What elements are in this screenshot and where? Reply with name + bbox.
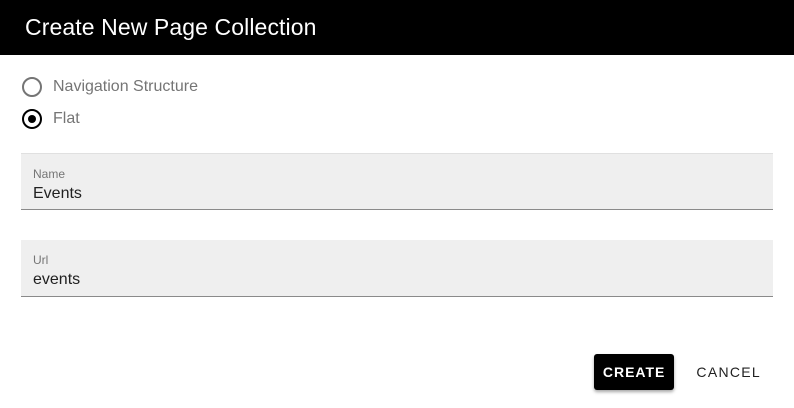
url-field[interactable]: Url: [21, 240, 773, 297]
name-input[interactable]: [33, 184, 761, 204]
create-button[interactable]: CREATE: [593, 354, 675, 390]
url-field-label: Url: [33, 253, 49, 267]
create-page-collection-dialog: Create New Page Collection Navigation St…: [0, 0, 794, 408]
radio-dot: [28, 115, 36, 123]
url-input[interactable]: [33, 270, 761, 290]
dialog-actions: CREATE CANCEL: [593, 354, 773, 390]
name-field-label: Name: [33, 167, 66, 181]
dialog-title: Create New Page Collection: [25, 14, 317, 40]
radio-unchecked-icon[interactable]: [22, 77, 42, 97]
radio-label-navigation-structure: Navigation Structure: [53, 78, 198, 95]
radio-option-flat[interactable]: Flat: [22, 108, 198, 130]
dialog-header: Create New Page Collection: [0, 0, 794, 55]
structure-radio-group: Navigation Structure Flat: [22, 76, 198, 140]
cancel-button[interactable]: CANCEL: [684, 354, 773, 390]
radio-checked-icon[interactable]: [22, 109, 42, 129]
radio-option-navigation-structure[interactable]: Navigation Structure: [22, 76, 198, 98]
name-field[interactable]: Name: [21, 153, 773, 210]
radio-label-flat: Flat: [53, 110, 80, 127]
